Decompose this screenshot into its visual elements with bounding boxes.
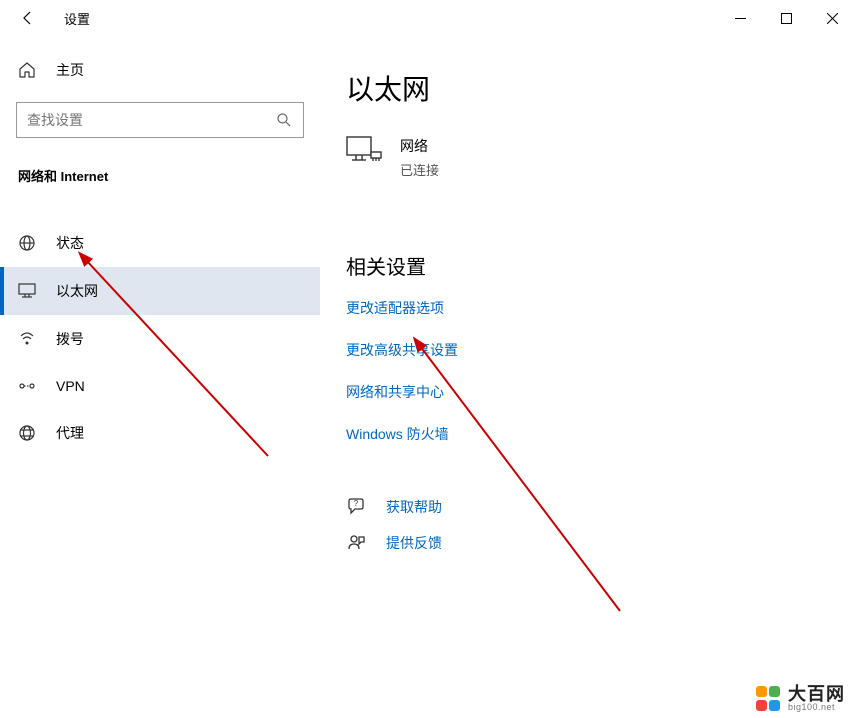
feedback-icon: [346, 532, 368, 554]
watermark: 大百网 big100.net: [756, 685, 845, 712]
watermark-url: big100.net: [788, 703, 845, 712]
nav-label: 拨号: [56, 329, 84, 349]
give-feedback-link[interactable]: 提供反馈: [346, 532, 855, 554]
get-help-link[interactable]: ? 获取帮助: [346, 496, 855, 518]
home-label: 主页: [56, 60, 84, 80]
link-windows-firewall[interactable]: Windows 防火墙: [346, 424, 855, 444]
related-settings-title: 相关设置: [346, 251, 855, 280]
search-input[interactable]: [27, 112, 275, 128]
nav-label: 代理: [56, 423, 84, 443]
category-header: 网络和 Internet: [0, 138, 320, 199]
nav-label: 状态: [56, 233, 84, 253]
nav-item-vpn[interactable]: VPN: [0, 363, 320, 409]
content-area: 以太网 网络 已连接 相关设置 更改适配器选项 更改高级共享设置 网络和共享中心…: [320, 36, 855, 718]
link-advanced-sharing[interactable]: 更改高级共享设置: [346, 340, 855, 360]
home-icon: [18, 61, 36, 79]
svg-text:?: ?: [354, 499, 359, 508]
link-network-sharing-center[interactable]: 网络和共享中心: [346, 382, 855, 402]
nav-list: 状态 以太网 拨号 VPN: [0, 219, 320, 457]
watermark-name: 大百网: [788, 685, 845, 703]
proxy-icon: [18, 424, 36, 442]
search-icon: [275, 111, 293, 129]
feedback-label: 提供反馈: [386, 533, 442, 553]
minimize-button[interactable]: [717, 2, 763, 34]
search-box[interactable]: [16, 102, 304, 138]
annotation-arrow: [410, 336, 630, 616]
window-controls: [717, 2, 855, 34]
page-title: 以太网: [346, 68, 855, 108]
close-button[interactable]: [809, 2, 855, 34]
home-button[interactable]: 主页: [0, 50, 320, 90]
back-button[interactable]: [18, 8, 38, 28]
nav-label: 以太网: [56, 281, 98, 301]
help-icon: ?: [346, 496, 368, 518]
link-adapter-options[interactable]: 更改适配器选项: [346, 298, 855, 318]
vpn-icon: [18, 377, 36, 395]
nav-label: VPN: [56, 378, 85, 394]
network-status[interactable]: 网络 已连接: [346, 136, 855, 179]
nav-item-ethernet[interactable]: 以太网: [0, 267, 320, 315]
title-bar: 设置: [0, 0, 855, 36]
maximize-button[interactable]: [763, 2, 809, 34]
network-status-text: 已连接: [400, 160, 439, 179]
dialup-icon: [18, 330, 36, 348]
monitor-network-icon: [346, 136, 382, 166]
nav-item-proxy[interactable]: 代理: [0, 409, 320, 457]
network-name: 网络: [400, 136, 439, 156]
ethernet-icon: [18, 282, 36, 300]
status-icon: [18, 234, 36, 252]
help-label: 获取帮助: [386, 497, 442, 517]
watermark-logo-icon: [756, 686, 782, 712]
nav-item-status[interactable]: 状态: [0, 219, 320, 267]
window-title: 设置: [64, 9, 90, 28]
sidebar: 主页 网络和 Internet 状态 以太网: [0, 36, 320, 718]
nav-item-dialup[interactable]: 拨号: [0, 315, 320, 363]
